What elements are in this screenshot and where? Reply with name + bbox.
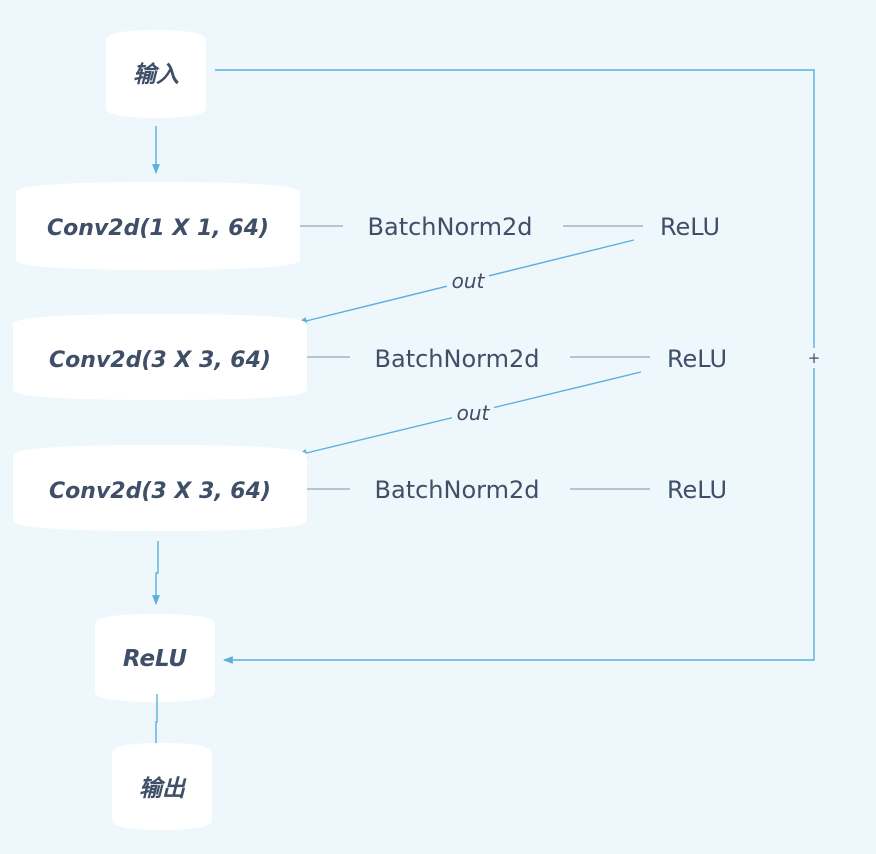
row1-batchnorm-label: BatchNorm2d xyxy=(368,213,533,241)
conv1-node-label: Conv2d(1 X 1, 64) xyxy=(47,216,269,241)
row3-batchnorm-label: BatchNorm2d xyxy=(375,476,540,504)
conv2-node-label: Conv2d(3 X 3, 64) xyxy=(49,348,271,373)
conv1-node: Conv2d(1 X 1, 64) xyxy=(16,182,300,270)
conv3-node: Conv2d(3 X 3, 64) xyxy=(13,445,307,531)
out-edge-1-label: out xyxy=(452,269,486,293)
conv2-node: Conv2d(3 X 3, 64) xyxy=(13,314,307,400)
row2-batchnorm-label: BatchNorm2d xyxy=(375,345,540,373)
resnet-bottleneck-diagram: + 输入 Conv2d(1 X 1, 64) BatchNorm2d ReLU … xyxy=(13,30,821,830)
skip-plus-label: + xyxy=(808,349,821,367)
conv3-node-label: Conv2d(3 X 3, 64) xyxy=(49,479,271,504)
row1-relu-label: ReLU xyxy=(660,213,720,241)
arrow-conv3-to-relu xyxy=(152,541,160,605)
output-node-label: 输出 xyxy=(139,776,187,802)
row3-relu-label: ReLU xyxy=(667,476,727,504)
relu-final-node: ReLU xyxy=(95,614,215,702)
row2-relu-label: ReLU xyxy=(667,345,727,373)
relu-final-node-label: ReLU xyxy=(123,646,188,672)
output-node: 输出 xyxy=(112,743,212,830)
input-node: 输入 xyxy=(106,30,206,118)
input-node-label: 输入 xyxy=(133,62,179,88)
out-edge-2-label: out xyxy=(457,401,491,425)
